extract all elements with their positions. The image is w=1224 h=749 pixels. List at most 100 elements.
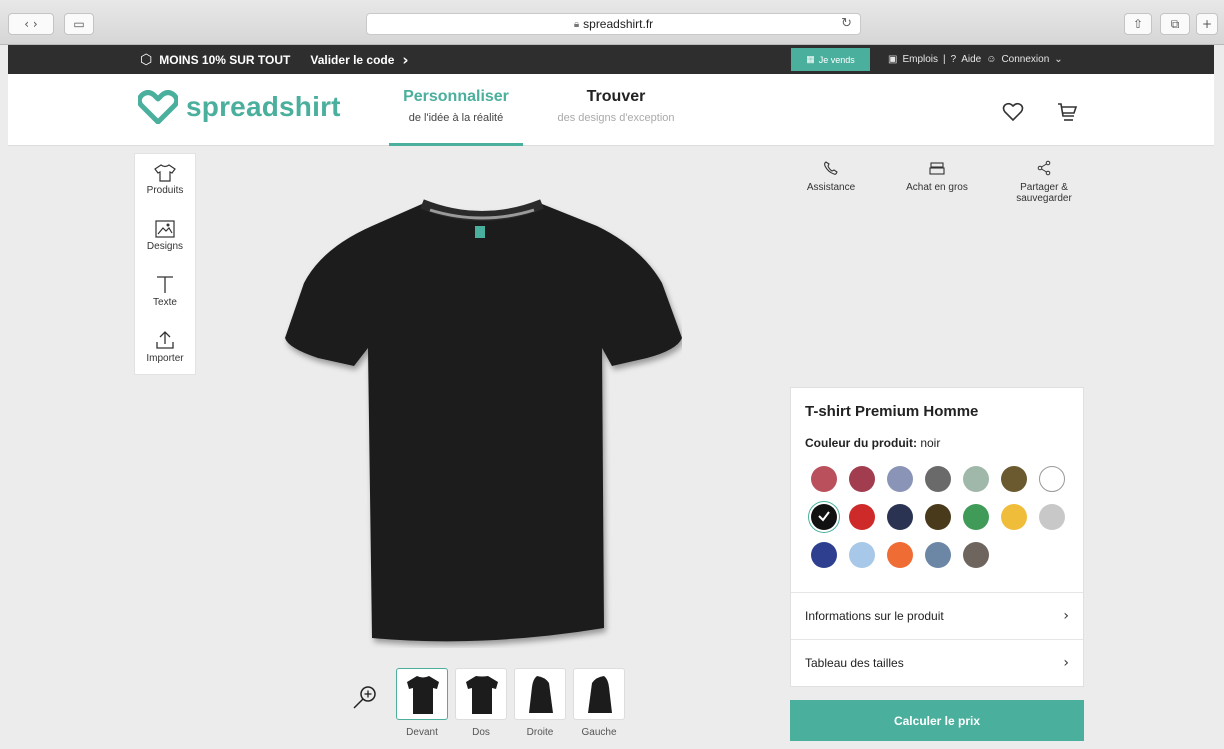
color-swatch[interactable] bbox=[963, 542, 989, 568]
lock-icon: 🔒︎ bbox=[573, 18, 580, 30]
login-link[interactable]: Connexion bbox=[1001, 54, 1049, 65]
calculate-price-label: Calculer le prix bbox=[893, 713, 981, 728]
url-text: spreadshirt.fr bbox=[583, 17, 654, 31]
validate-code-link[interactable]: Valider le code bbox=[310, 53, 394, 67]
color-swatch[interactable] bbox=[925, 542, 951, 568]
color-swatch[interactable] bbox=[849, 542, 875, 568]
tool-designs-label: Designs bbox=[146, 241, 184, 252]
share-icon bbox=[1037, 160, 1051, 176]
cart-icon[interactable] bbox=[1056, 101, 1078, 123]
color-swatch[interactable] bbox=[849, 504, 875, 530]
tab-personnaliser-label: Personnaliser bbox=[403, 88, 509, 105]
bulk-order-button[interactable]: Achat en gros bbox=[892, 160, 982, 193]
color-swatch[interactable] bbox=[811, 504, 837, 530]
view-dos-label: Dos bbox=[472, 727, 490, 738]
promo-bar: ⬡ MOINS 10% SUR TOUT Valider le code › ▦… bbox=[8, 45, 1214, 74]
top-links: ▣ Emplois | ? Aide ☺ Connexion ⌄ bbox=[888, 45, 1068, 74]
address-bar[interactable]: 🔒︎ spreadshirt.fr ↻ bbox=[366, 13, 861, 35]
tshirt-right-thumb bbox=[529, 676, 553, 713]
help-icon: ? bbox=[950, 54, 957, 65]
color-swatch[interactable] bbox=[887, 504, 913, 530]
view-devant[interactable] bbox=[396, 668, 448, 720]
site-header: spreadshirt Personnaliser de l'idée à la… bbox=[8, 74, 1214, 146]
share-browser-icon[interactable]: ⇧ bbox=[1124, 13, 1152, 35]
tool-texte[interactable]: Texte bbox=[135, 274, 195, 308]
product-title: T-shirt Premium Homme bbox=[805, 403, 979, 420]
sell-button[interactable]: ▦ Je vends bbox=[791, 48, 870, 71]
product-color-label: Couleur du produit: bbox=[805, 436, 917, 450]
color-swatch[interactable] bbox=[887, 466, 913, 492]
tab-personnaliser-sub: de l'idée à la réalité bbox=[408, 112, 504, 124]
color-swatch[interactable] bbox=[811, 466, 837, 492]
view-gauche[interactable] bbox=[573, 668, 625, 720]
color-swatch[interactable] bbox=[887, 542, 913, 568]
color-swatch[interactable] bbox=[811, 542, 837, 568]
logo[interactable]: spreadshirt bbox=[138, 90, 341, 124]
chevron-right-icon: › bbox=[1063, 655, 1069, 671]
view-gauche-label: Gauche bbox=[581, 727, 617, 738]
tshirt-left-thumb bbox=[588, 676, 612, 713]
calculate-price-button[interactable]: Calculer le prix bbox=[790, 700, 1084, 741]
assistance-button[interactable]: Assistance bbox=[786, 160, 876, 193]
tab-personnaliser[interactable]: Personnaliser de l'idée à la réalité bbox=[389, 88, 523, 146]
promo-banner[interactable]: ⬡ MOINS 10% SUR TOUT Valider le code › bbox=[8, 45, 420, 74]
text-icon bbox=[157, 276, 173, 293]
chevron-right-icon: › bbox=[402, 50, 409, 69]
color-swatch[interactable] bbox=[925, 466, 951, 492]
briefcase-icon: ▣ bbox=[888, 54, 898, 65]
product-info-label: Informations sur le produit bbox=[805, 609, 944, 623]
user-icon: ☺ bbox=[986, 54, 997, 65]
tshirt-icon bbox=[154, 164, 176, 182]
new-tab-icon[interactable]: + bbox=[1196, 13, 1218, 35]
color-swatch[interactable] bbox=[925, 504, 951, 530]
size-chart-label: Tableau des tailles bbox=[805, 656, 904, 670]
upload-icon bbox=[156, 331, 174, 349]
chevron-down-icon: ⌄ bbox=[1054, 54, 1063, 65]
product-panel: T-shirt Premium Homme Couleur du produit… bbox=[790, 387, 1084, 687]
assistance-label: Assistance bbox=[806, 182, 856, 193]
reload-icon[interactable]: ↻ bbox=[841, 16, 852, 31]
tabs-overview-icon[interactable]: ⧉ bbox=[1160, 13, 1190, 35]
promo-text: MOINS 10% SUR TOUT bbox=[159, 52, 291, 67]
stack-icon bbox=[929, 162, 945, 175]
product-color-value: noir bbox=[920, 436, 941, 450]
shop-icon: ▦ bbox=[806, 54, 815, 64]
view-droite-label: Droite bbox=[526, 727, 554, 738]
tool-importer-label: Importer bbox=[146, 353, 184, 364]
heart-icon[interactable] bbox=[1002, 102, 1024, 122]
zoom-in-icon[interactable] bbox=[352, 684, 378, 710]
color-swatch[interactable] bbox=[1039, 504, 1065, 530]
tool-produits-label: Produits bbox=[146, 185, 184, 196]
tool-produits[interactable]: Produits bbox=[135, 164, 195, 196]
help-link[interactable]: Aide bbox=[961, 54, 981, 65]
color-swatch[interactable] bbox=[1001, 504, 1027, 530]
product-color-line: Couleur du produit: noir bbox=[805, 436, 940, 450]
color-swatch[interactable] bbox=[1039, 466, 1065, 492]
color-swatch[interactable] bbox=[963, 504, 989, 530]
tshirt-preview[interactable] bbox=[282, 198, 682, 648]
product-info-row[interactable]: Informations sur le produit › bbox=[791, 592, 1083, 639]
color-swatch[interactable] bbox=[963, 466, 989, 492]
view-dos[interactable] bbox=[455, 668, 507, 720]
jobs-link[interactable]: Emplois bbox=[902, 54, 938, 65]
color-swatch[interactable] bbox=[1001, 466, 1027, 492]
tab-trouver[interactable]: Trouver des designs d'exception bbox=[548, 88, 684, 124]
image-icon bbox=[155, 220, 175, 238]
size-chart-row[interactable]: Tableau des tailles › bbox=[791, 639, 1083, 686]
tag-icon: ⬡ bbox=[140, 51, 153, 68]
logo-text: spreadshirt bbox=[186, 91, 341, 122]
check-icon bbox=[818, 511, 830, 522]
tshirt-front-thumb bbox=[407, 676, 439, 714]
tool-importer[interactable]: Importer bbox=[135, 330, 195, 364]
share-save-button[interactable]: Partager & sauvegarder bbox=[999, 160, 1089, 204]
bulk-order-label: Achat en gros bbox=[906, 182, 968, 193]
view-droite[interactable] bbox=[514, 668, 566, 720]
tab-trouver-sub: des designs d'exception bbox=[557, 112, 675, 124]
chevron-right-icon: › bbox=[1063, 608, 1069, 624]
tool-designs[interactable]: Designs bbox=[135, 220, 195, 252]
sidebar-toggle-icon[interactable]: ▭ bbox=[64, 13, 94, 35]
logo-heart-icon bbox=[138, 90, 178, 124]
back-forward-buttons[interactable]: ‹ › bbox=[8, 13, 54, 35]
color-swatch[interactable] bbox=[849, 466, 875, 492]
browser-toolbar: ‹ › ▭ 🔒︎ spreadshirt.fr ↻ ⇧ ⧉ + bbox=[0, 0, 1224, 45]
